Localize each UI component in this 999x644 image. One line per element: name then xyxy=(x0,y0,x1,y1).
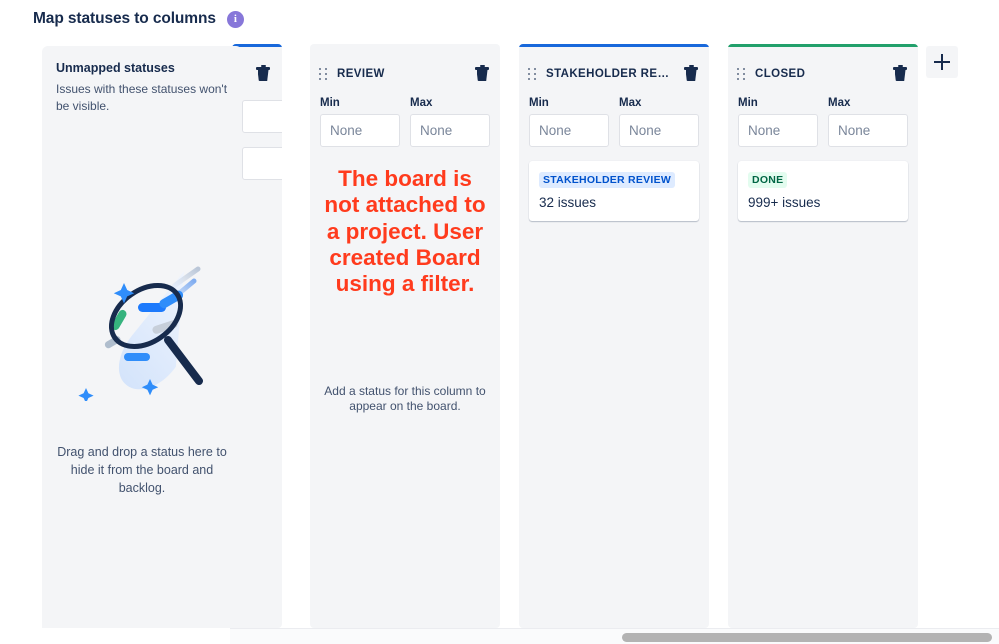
trash-lid xyxy=(684,65,698,70)
min-max-row: Min None Max None xyxy=(519,97,709,147)
column-empty-hint: Add a status for this column to appear o… xyxy=(324,384,486,413)
min-field: Min None xyxy=(738,97,818,147)
trash-can xyxy=(476,70,488,81)
column-top-accent xyxy=(519,44,709,47)
max-label: Max xyxy=(410,97,433,109)
horizontal-scrollbar[interactable] xyxy=(230,628,999,644)
column-top-accent xyxy=(310,44,500,47)
max-input[interactable]: None xyxy=(410,114,490,147)
unmapped-subtitle: Issues with these statuses won't be visi… xyxy=(56,82,228,113)
column-closed[interactable]: CLOSED Min None Max None DONE 999+ issue xyxy=(728,44,918,628)
plus-icon-vertical xyxy=(940,54,944,70)
min-input-partial[interactable] xyxy=(242,100,282,133)
max-field: Max None xyxy=(619,97,699,147)
delete-column-icon[interactable] xyxy=(474,65,490,82)
min-max-row: Min None Max None xyxy=(728,97,918,147)
annotation-overlay: The board is not attached to a project. … xyxy=(324,166,486,297)
status-card[interactable]: STAKEHOLDER REVIEW 32 issues xyxy=(529,161,699,221)
map-statuses-page: Map statuses to columns i REVIEW Min Non… xyxy=(0,0,999,644)
column-top-accent xyxy=(728,44,918,47)
max-input[interactable]: None xyxy=(619,114,699,147)
min-max-row: Min None Max None xyxy=(310,97,500,147)
unmapped-drop-hint: Drag and drop a status here to hide it f… xyxy=(57,445,227,495)
column-review[interactable]: REVIEW Min None Max None The board is no… xyxy=(310,44,500,628)
min-input[interactable]: None xyxy=(320,114,400,147)
info-icon[interactable]: i xyxy=(226,10,244,28)
max-field: Max None xyxy=(410,97,490,147)
min-label: Min xyxy=(529,97,549,109)
magnifying-glass-illustration xyxy=(78,266,203,401)
unmapped-statuses-panel[interactable]: Unmapped statuses Issues with these stat… xyxy=(42,46,242,628)
min-label: Min xyxy=(320,97,340,109)
trash-can xyxy=(685,70,697,81)
page-title: Map statuses to columns xyxy=(33,10,216,27)
drag-handle-icon[interactable] xyxy=(528,68,537,81)
min-label: Min xyxy=(738,97,758,109)
min-input[interactable]: None xyxy=(529,114,609,147)
column-stakeholder-review[interactable]: STAKEHOLDER REVI... Min None Max None ST… xyxy=(519,44,709,628)
drag-handle-icon[interactable] xyxy=(737,68,746,81)
trash-can xyxy=(894,70,906,81)
max-label: Max xyxy=(619,97,642,109)
min-field: Min None xyxy=(529,97,609,147)
max-label: Max xyxy=(828,97,851,109)
drag-handle-icon[interactable] xyxy=(319,68,328,81)
column-header: CLOSED xyxy=(728,60,918,88)
column-title: CLOSED xyxy=(755,68,806,80)
max-input[interactable]: None xyxy=(828,114,908,147)
status-issue-count: 999+ issues xyxy=(748,195,821,210)
unmapped-title: Unmapped statuses xyxy=(56,61,175,75)
max-field: Max None xyxy=(828,97,908,147)
min-input[interactable]: None xyxy=(738,114,818,147)
scrollbar-thumb[interactable] xyxy=(622,633,992,642)
delete-column-icon[interactable] xyxy=(892,65,908,82)
column-title: REVIEW xyxy=(337,68,385,80)
max-input-partial[interactable] xyxy=(242,147,282,180)
delete-column-icon[interactable] xyxy=(683,65,699,82)
column-title: STAKEHOLDER REVI... xyxy=(546,68,677,80)
columns-board: REVIEW Min None Max None The board is no… xyxy=(0,38,999,628)
trash-lid xyxy=(893,65,907,70)
trash-lid xyxy=(475,65,489,70)
page-header: Map statuses to columns i xyxy=(0,0,999,38)
column-header: REVIEW xyxy=(310,60,500,88)
status-badge: STAKEHOLDER REVIEW xyxy=(539,172,675,188)
status-card[interactable]: DONE 999+ issues xyxy=(738,161,908,221)
trash-can xyxy=(257,70,269,81)
min-field: Min None xyxy=(320,97,400,147)
status-issue-count: 32 issues xyxy=(539,195,597,210)
delete-column-icon[interactable] xyxy=(255,65,271,82)
add-column-button[interactable] xyxy=(926,46,958,78)
scrollbar-left-filler xyxy=(0,628,230,644)
trash-lid xyxy=(256,65,270,70)
column-header: STAKEHOLDER REVI... xyxy=(519,60,709,88)
status-badge: DONE xyxy=(748,172,788,188)
